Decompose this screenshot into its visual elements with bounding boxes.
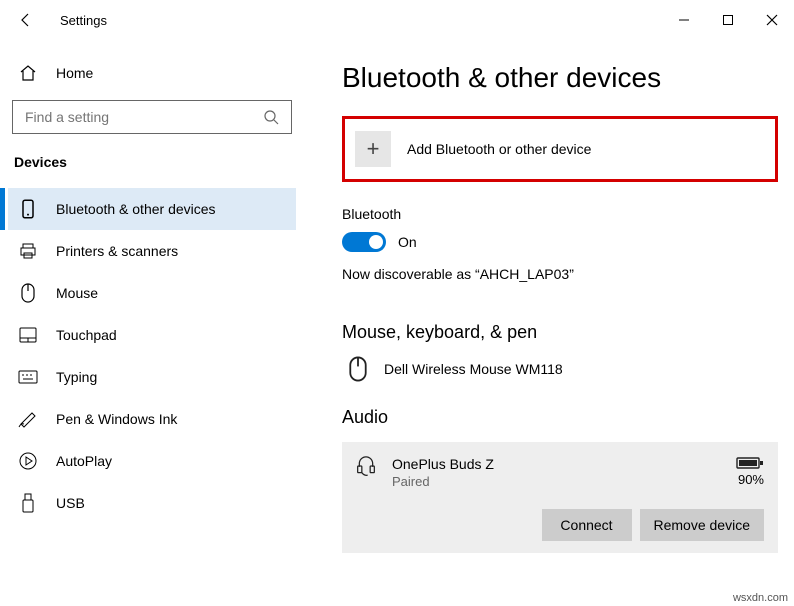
sidebar-item-label: Pen & Windows Ink xyxy=(56,411,177,427)
sidebar-item-typing[interactable]: Typing xyxy=(8,356,296,398)
typing-icon xyxy=(18,367,38,387)
search-input[interactable] xyxy=(23,108,261,126)
page-title: Bluetooth & other devices xyxy=(342,62,778,94)
sidebar-item-label: AutoPlay xyxy=(56,453,112,469)
touchpad-icon xyxy=(18,325,38,345)
sidebar-home[interactable]: Home xyxy=(8,52,296,94)
search-box[interactable] xyxy=(12,100,292,134)
add-device-button[interactable]: + Add Bluetooth or other device xyxy=(342,116,778,182)
search-icon xyxy=(261,107,281,127)
add-device-label: Add Bluetooth or other device xyxy=(407,141,591,157)
sidebar-item-bluetooth[interactable]: Bluetooth & other devices xyxy=(8,188,296,230)
home-label: Home xyxy=(56,65,93,81)
sidebar-item-usb[interactable]: USB xyxy=(8,482,296,524)
bluetooth-toggle[interactable] xyxy=(342,232,386,252)
autoplay-icon xyxy=(18,451,38,471)
device-mouse[interactable]: Dell Wireless Mouse WM118 xyxy=(342,357,778,407)
connect-button[interactable]: Connect xyxy=(542,509,632,541)
group-mouse-title: Mouse, keyboard, & pen xyxy=(342,322,778,343)
maximize-button[interactable] xyxy=(706,4,750,36)
sidebar-item-mouse[interactable]: Mouse xyxy=(8,272,296,314)
sidebar-category: Devices xyxy=(8,154,296,188)
battery-icon xyxy=(736,456,764,470)
window-title: Settings xyxy=(60,13,107,28)
sidebar-item-pen[interactable]: Pen & Windows Ink xyxy=(8,398,296,440)
device-mouse-name: Dell Wireless Mouse WM118 xyxy=(384,361,563,377)
close-button[interactable] xyxy=(750,4,794,36)
sidebar-item-label: USB xyxy=(56,495,85,511)
audio-device-status: Paired xyxy=(392,474,494,489)
usb-icon xyxy=(18,493,38,513)
sidebar-item-label: Touchpad xyxy=(56,327,117,343)
window-controls xyxy=(662,4,794,36)
home-icon xyxy=(18,63,38,83)
watermark: wsxdn.com xyxy=(733,592,788,604)
battery-percent: 90% xyxy=(736,472,764,487)
bluetooth-state: On xyxy=(398,234,417,250)
printer-icon xyxy=(18,241,38,261)
audio-device-name: OnePlus Buds Z xyxy=(392,456,494,472)
mouse-icon xyxy=(18,283,38,303)
back-icon[interactable] xyxy=(16,10,36,30)
titlebar: Settings xyxy=(0,0,794,40)
sidebar-item-label: Printers & scanners xyxy=(56,243,178,259)
mouse-device-icon xyxy=(348,359,368,379)
audio-device-card[interactable]: OnePlus Buds Z Paired 90% Connect Remove… xyxy=(342,442,778,553)
content: Bluetooth & other devices + Add Bluetoot… xyxy=(308,40,794,606)
headset-icon xyxy=(356,456,376,476)
remove-device-button[interactable]: Remove device xyxy=(640,509,765,541)
bluetooth-label: Bluetooth xyxy=(342,206,778,222)
bluetooth-icon xyxy=(18,199,38,219)
minimize-button[interactable] xyxy=(662,4,706,36)
sidebar-item-printers[interactable]: Printers & scanners xyxy=(8,230,296,272)
sidebar-item-autoplay[interactable]: AutoPlay xyxy=(8,440,296,482)
pen-icon xyxy=(18,409,38,429)
sidebar-item-touchpad[interactable]: Touchpad xyxy=(8,314,296,356)
discoverable-text: Now discoverable as “AHCH_LAP03” xyxy=(342,266,778,282)
group-audio-title: Audio xyxy=(342,407,778,428)
sidebar-item-label: Typing xyxy=(56,369,97,385)
sidebar: Home Devices Bluetooth & other devices xyxy=(0,40,308,606)
plus-icon: + xyxy=(355,131,391,167)
sidebar-item-label: Mouse xyxy=(56,285,98,301)
sidebar-item-label: Bluetooth & other devices xyxy=(56,201,216,217)
